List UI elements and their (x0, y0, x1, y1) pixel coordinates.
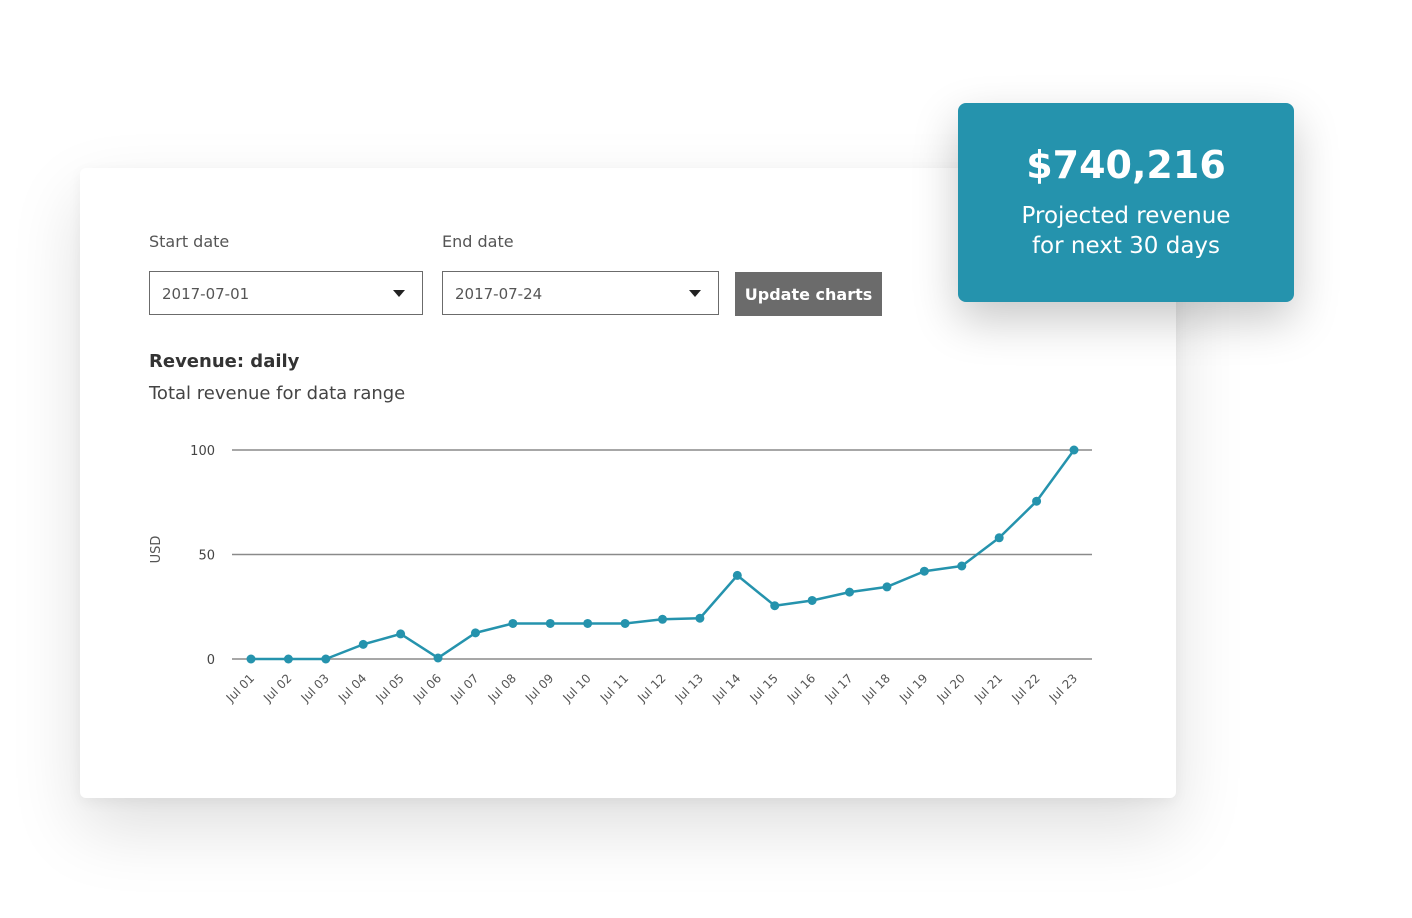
x-tick-label: Jul 18 (859, 671, 893, 705)
x-tick-label: Jul 13 (672, 671, 706, 705)
x-tick-label: Jul 22 (1008, 671, 1042, 705)
projected-revenue-label: Projected revenue for next 30 days (958, 201, 1294, 261)
y-tick-label: 0 (207, 653, 215, 668)
data-point (957, 561, 967, 571)
data-point (994, 533, 1004, 543)
x-tick-label: Jul 19 (896, 671, 930, 705)
data-point (620, 618, 630, 628)
x-tick-label: Jul 17 (821, 671, 855, 705)
data-point (396, 629, 406, 639)
data-point (583, 618, 593, 628)
x-tick-label: Jul 05 (372, 671, 406, 705)
data-point (246, 654, 256, 664)
data-point (882, 582, 892, 592)
x-tick-label: Jul 09 (522, 671, 556, 705)
data-point (545, 618, 555, 628)
data-point (919, 566, 929, 576)
data-point (358, 639, 368, 649)
x-tick-label: Jul 15 (747, 671, 781, 705)
x-tick-label: Jul 04 (335, 671, 369, 705)
x-tick-label: Jul 03 (298, 671, 332, 705)
data-point (695, 613, 705, 623)
y-tick-label: 50 (198, 549, 215, 564)
x-tick-label: Jul 08 (485, 671, 519, 705)
x-tick-label: Jul 01 (223, 671, 257, 705)
data-point (1069, 445, 1079, 455)
data-point (508, 618, 518, 628)
x-tick-label: Jul 10 (559, 671, 593, 705)
projected-revenue-label-line2: for next 30 days (1031, 233, 1221, 259)
data-point (845, 587, 855, 597)
data-point (732, 570, 742, 580)
data-point (433, 653, 443, 663)
data-point (807, 595, 817, 605)
data-point (470, 628, 480, 638)
x-tick-label: Jul 06 (410, 671, 444, 705)
x-tick-label: Jul 11 (597, 671, 631, 705)
x-tick-label: Jul 14 (709, 671, 743, 705)
data-point (658, 614, 667, 624)
projected-revenue-label-line1: Projected revenue (1021, 203, 1231, 229)
x-tick-label: Jul 12 (634, 671, 668, 705)
x-tick-label: Jul 16 (784, 671, 818, 705)
data-point (321, 654, 331, 664)
y-tick-label: 100 (190, 444, 215, 459)
projected-revenue-card: $740,216 Projected revenue for next 30 d… (958, 103, 1294, 302)
data-point (770, 601, 780, 611)
y-axis-label: USD (149, 536, 164, 564)
projected-revenue-amount: $740,216 (1026, 143, 1226, 187)
x-tick-label: Jul 21 (971, 671, 1005, 705)
data-point (283, 654, 293, 664)
x-tick-label: Jul 23 (1046, 671, 1080, 705)
x-tick-label: Jul 20 (934, 671, 968, 705)
x-tick-label: Jul 07 (447, 671, 481, 705)
x-tick-label: Jul 02 (260, 671, 294, 705)
data-point (1032, 496, 1042, 506)
